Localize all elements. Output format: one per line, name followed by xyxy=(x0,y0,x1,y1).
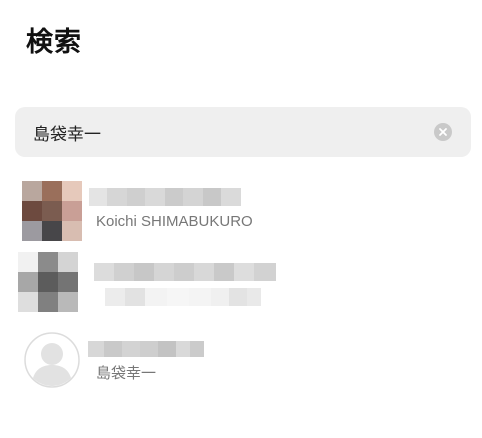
avatar xyxy=(24,332,80,388)
result-subtitle: Koichi SHIMABUKURO xyxy=(96,213,253,230)
redacted-name xyxy=(89,188,241,206)
redacted-name xyxy=(94,263,276,281)
page-title: 検索 xyxy=(26,27,82,58)
redacted-name xyxy=(88,341,204,357)
list-item[interactable]: Koichi SHIMABUKURO xyxy=(0,180,482,242)
avatar xyxy=(22,181,82,241)
clear-circle-icon xyxy=(439,128,447,136)
list-item[interactable] xyxy=(0,252,482,314)
result-subtitle: 島袋幸一 xyxy=(96,364,157,382)
clear-search-button[interactable] xyxy=(434,123,452,141)
search-input[interactable] xyxy=(33,107,423,157)
list-item[interactable]: 島袋幸一 xyxy=(0,330,482,392)
avatar xyxy=(18,252,78,312)
search-bar[interactable] xyxy=(15,107,471,157)
redacted-subtitle xyxy=(105,288,261,306)
person-icon xyxy=(24,332,80,388)
